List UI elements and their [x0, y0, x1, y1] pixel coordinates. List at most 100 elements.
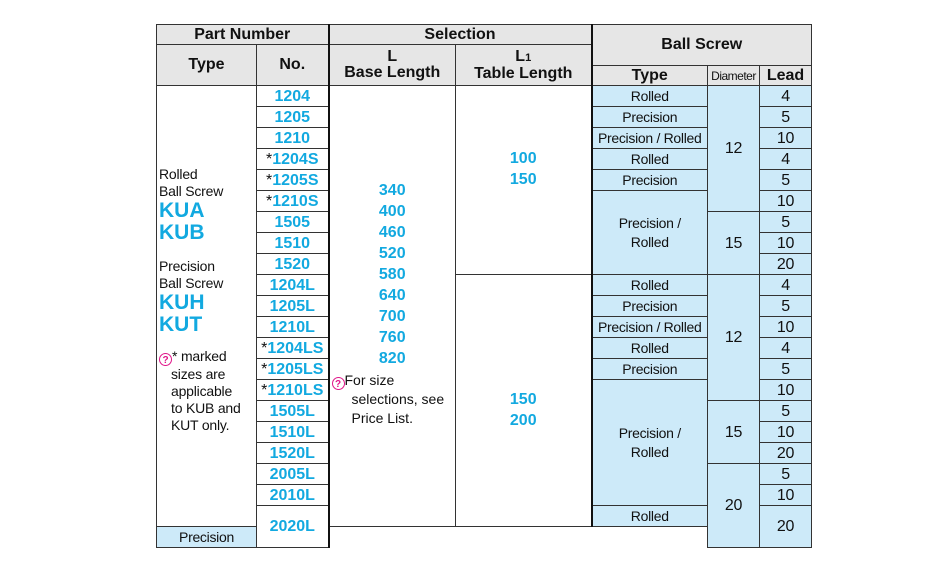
- bs-type: Precision: [591, 358, 708, 380]
- table-length-value: 150: [509, 391, 537, 408]
- lead: 5: [759, 400, 812, 422]
- rolled-label: Rolled: [159, 166, 198, 182]
- base-length-value: 700: [378, 308, 406, 325]
- lead: 5: [759, 295, 812, 317]
- diameter: 15: [707, 211, 760, 275]
- header-ball-screw: Ball Screw: [591, 24, 812, 66]
- diameter: 20: [707, 463, 760, 548]
- lead: 10: [759, 232, 812, 254]
- header-l1-sub: 1: [525, 51, 532, 64]
- bs-type: Precision / Rolled: [591, 379, 708, 506]
- bs-type: Precision / Rolled: [591, 190, 708, 275]
- lead: 10: [759, 190, 812, 212]
- base-length-value: 340: [378, 182, 406, 199]
- precision-label-2: Ball Screw: [159, 275, 224, 291]
- part-no: 1510: [256, 232, 330, 254]
- header-type: Type: [156, 44, 257, 86]
- header-l1: L: [515, 47, 526, 65]
- part-no: 1205: [256, 106, 330, 128]
- header-no: No.: [256, 44, 330, 86]
- lead: 5: [759, 358, 812, 380]
- table-length-group-2: 150 200: [455, 274, 593, 527]
- table-length-value: 150: [509, 171, 537, 188]
- lead: 20: [759, 442, 812, 464]
- brand-kub: KUB: [159, 221, 205, 244]
- lead: 4: [759, 274, 812, 296]
- table-length-value: 200: [509, 412, 537, 429]
- base-length-value: 580: [378, 266, 406, 283]
- note-line: * marked: [172, 348, 227, 364]
- precision-label: Precision: [159, 258, 215, 274]
- header-table-length: L1 Table Length: [455, 44, 593, 86]
- bs-type: Precision: [591, 106, 708, 128]
- bs-type: Precision / Rolled: [591, 316, 708, 338]
- bs-type: Rolled: [591, 274, 708, 296]
- part-no: 2010L: [256, 484, 330, 506]
- part-no: 2020L: [256, 505, 330, 548]
- lead: 20: [759, 505, 812, 548]
- bs-type: Rolled: [591, 85, 708, 107]
- header-selection: Selection: [328, 24, 593, 45]
- note-line: to KUB and: [171, 400, 241, 416]
- bs-type: Precision: [156, 526, 257, 548]
- part-no: 1204: [256, 85, 330, 107]
- lead: 5: [759, 463, 812, 485]
- header-l: L: [387, 48, 398, 65]
- part-no: 1210: [256, 127, 330, 149]
- caution-icon: ?: [331, 377, 345, 390]
- part-no: 2005L: [256, 463, 330, 485]
- header-base-length: L Base Length: [328, 44, 456, 86]
- lead: 4: [759, 148, 812, 170]
- part-no: 1520: [256, 253, 330, 275]
- note-line: sizes are: [171, 366, 226, 382]
- part-no: *1204LS: [256, 337, 330, 359]
- caution-icon: ?: [159, 353, 172, 366]
- part-no: 1505L: [256, 400, 330, 422]
- table-length-group-1: 100 150: [455, 85, 593, 275]
- base-length-value: 460: [378, 224, 406, 241]
- brand-kut: KUT: [159, 313, 203, 336]
- part-no: *1204S: [256, 148, 330, 170]
- lead: 4: [759, 85, 812, 107]
- lead: 10: [759, 379, 812, 401]
- bs-type: Rolled: [591, 337, 708, 359]
- bs-type: Precision / Rolled: [591, 127, 708, 149]
- ball-screw-spec-table: Part Number Selection Ball Screw Type No…: [156, 24, 812, 548]
- base-length-value: 640: [378, 287, 406, 304]
- part-no: 1520L: [256, 442, 330, 464]
- part-no: *1210LS: [256, 379, 330, 401]
- part-no: 1210L: [256, 316, 330, 338]
- bs-type: Precision: [591, 295, 708, 317]
- base-note-line: For size: [344, 372, 395, 388]
- base-note-line: selections, see: [351, 391, 445, 407]
- header-lead: Lead: [759, 65, 812, 86]
- lead: 5: [759, 169, 812, 191]
- base-note-line: Price List.: [351, 410, 413, 426]
- part-no: *1205S: [256, 169, 330, 191]
- type-cell: Rolled Ball Screw KUA KUB Precision Ball…: [156, 85, 257, 527]
- part-no: *1205LS: [256, 358, 330, 380]
- header-bs-type: Type: [591, 65, 708, 86]
- bs-type: Rolled: [591, 505, 708, 527]
- lead: 10: [759, 127, 812, 149]
- part-no: 1204L: [256, 274, 330, 296]
- header-part-number: Part Number: [156, 24, 330, 45]
- base-length-value: 400: [378, 203, 406, 220]
- header-base-length-label: Base Length: [344, 64, 441, 81]
- bs-type: Precision: [591, 169, 708, 191]
- note-line: applicable: [171, 383, 233, 399]
- bs-type: Rolled: [591, 148, 708, 170]
- brand-kua: KUA: [159, 199, 205, 222]
- lead: 10: [759, 484, 812, 506]
- base-length-value: 760: [378, 329, 406, 346]
- lead: 10: [759, 421, 812, 443]
- diameter: 12: [707, 274, 760, 401]
- header-diameter: Diameter: [707, 65, 760, 86]
- lead: 10: [759, 316, 812, 338]
- header-table-length-label: Table Length: [474, 64, 573, 82]
- part-no: 1510L: [256, 421, 330, 443]
- part-no: *1210S: [256, 190, 330, 212]
- brand-kuh: KUH: [159, 291, 205, 314]
- part-no: 1505: [256, 211, 330, 233]
- lead: 5: [759, 211, 812, 233]
